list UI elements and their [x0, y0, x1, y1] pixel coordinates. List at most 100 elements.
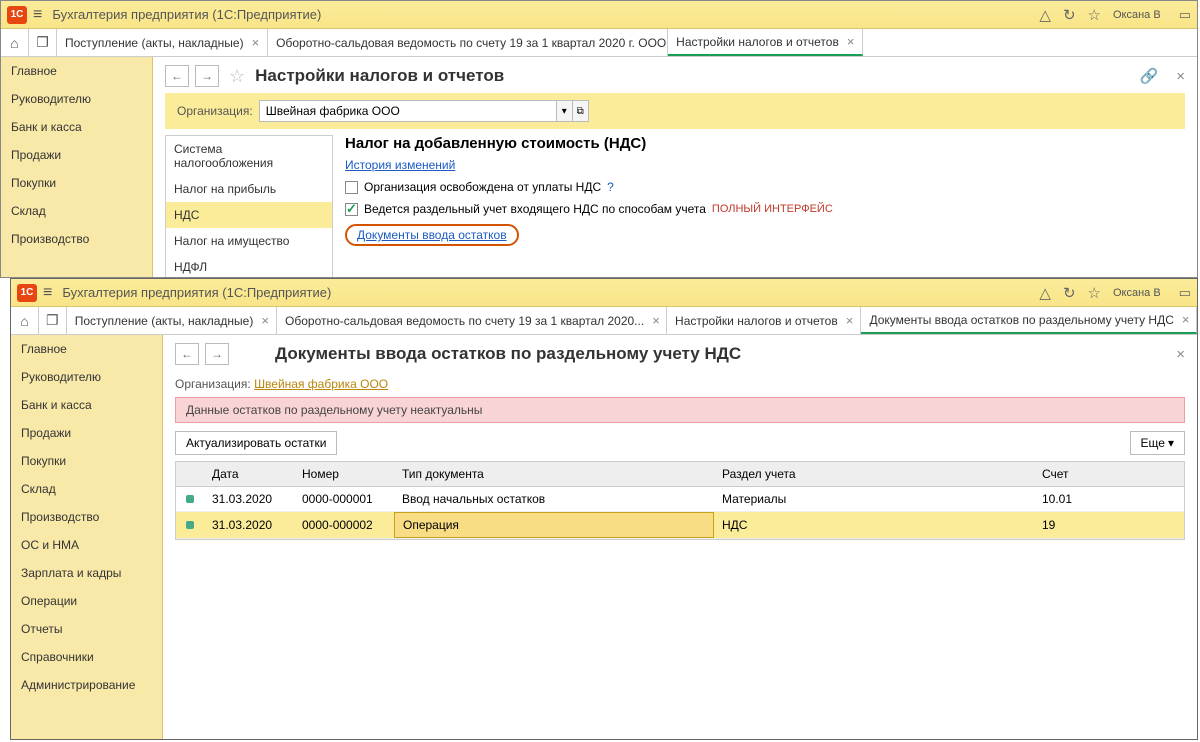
- sidebar-item-manager[interactable]: Руководителю: [1, 85, 152, 113]
- open-icon[interactable]: ⧉: [573, 100, 589, 122]
- bell-icon[interactable]: △: [1039, 284, 1051, 302]
- help-icon[interactable]: ?: [607, 180, 614, 194]
- cb-exempt-row: Организация освобождена от уплаты НДС ?: [345, 180, 1173, 194]
- nav-back-button[interactable]: ←: [175, 343, 199, 365]
- org-input[interactable]: [259, 100, 557, 122]
- bell-icon[interactable]: △: [1039, 6, 1051, 24]
- close-page-icon[interactable]: ×: [1176, 346, 1185, 363]
- sidebar-item-manager[interactable]: Руководителю: [11, 363, 162, 391]
- link-icon[interactable]: 🔗: [1140, 67, 1159, 85]
- org-link[interactable]: Швейная фабрика ООО: [254, 377, 388, 391]
- settings-nav-vat[interactable]: НДС: [166, 202, 332, 228]
- sidebar-item-bank[interactable]: Банк и касса: [1, 113, 152, 141]
- user-name[interactable]: Оксана В: [1113, 287, 1161, 299]
- user-name[interactable]: Оксана В: [1113, 9, 1161, 21]
- close-page-icon[interactable]: ×: [1176, 68, 1185, 85]
- tab-report[interactable]: Оборотно-сальдовая ведомость по счету 19…: [277, 307, 667, 334]
- col-num[interactable]: Номер: [294, 462, 394, 486]
- sidebar-item-bank[interactable]: Банк и касса: [11, 391, 162, 419]
- favorite-icon[interactable]: ☆: [229, 66, 245, 87]
- history-link[interactable]: История изменений: [345, 158, 455, 172]
- table-row[interactable]: 31.03.2020 0000-000001 Ввод начальных ос…: [176, 487, 1184, 512]
- posted-icon: [186, 495, 194, 503]
- close-icon[interactable]: ×: [1182, 312, 1190, 327]
- col-date[interactable]: Дата: [204, 462, 294, 486]
- sidebar-item-hr[interactable]: Зарплата и кадры: [11, 559, 162, 587]
- documents-table: Дата Номер Тип документа Раздел учета Сч…: [175, 461, 1185, 540]
- sidebar: Главное Руководителю Банк и касса Продаж…: [1, 57, 153, 277]
- sidebar-item-sales[interactable]: Продажи: [1, 141, 152, 169]
- checkbox-exempt[interactable]: [345, 181, 358, 194]
- window-minimize[interactable]: ▭: [1179, 285, 1191, 301]
- close-icon[interactable]: ×: [261, 313, 269, 328]
- settings-nav-property-tax[interactable]: Налог на имущество: [166, 228, 332, 254]
- sidebar-item-main[interactable]: Главное: [1, 57, 152, 85]
- tabbar: ⌂ ❐ Поступление (акты, накладные)× Оборо…: [1, 29, 1197, 57]
- col-acc[interactable]: Счет: [1034, 462, 1184, 486]
- window-minimize[interactable]: ▭: [1179, 7, 1191, 23]
- close-icon[interactable]: ×: [252, 35, 260, 50]
- checkbox-exempt-label: Организация освобождена от уплаты НДС: [364, 180, 601, 194]
- titlebar: 1C ≡ Бухгалтерия предприятия (1С:Предпри…: [11, 279, 1197, 307]
- home-tab[interactable]: ⌂: [11, 307, 39, 334]
- tab-tax-settings[interactable]: Настройки налогов и отчетов×: [668, 29, 863, 56]
- history-icon[interactable]: ↻: [1063, 6, 1076, 24]
- nav-back-button[interactable]: ←: [165, 65, 189, 87]
- doc-input-link[interactable]: Документы ввода остатков: [357, 228, 507, 242]
- sidebar-item-operations[interactable]: Операции: [11, 587, 162, 615]
- home-tab[interactable]: ⌂: [1, 29, 29, 56]
- sidebar-item-purchases[interactable]: Покупки: [11, 447, 162, 475]
- tab-report[interactable]: Оборотно-сальдовая ведомость по счету 19…: [268, 29, 668, 56]
- tab-documents[interactable]: Документы ввода остатков по раздельному …: [861, 307, 1197, 334]
- dropdown-icon[interactable]: ▾: [557, 100, 573, 122]
- settings-nav-ndfl[interactable]: НДФЛ: [166, 254, 332, 277]
- sidebar-item-reports[interactable]: Отчеты: [11, 615, 162, 643]
- update-button[interactable]: Актуализировать остатки: [175, 431, 337, 455]
- sidebar-item-assets[interactable]: ОС и НМА: [11, 531, 162, 559]
- window-settings: 1C ≡ Бухгалтерия предприятия (1С:Предпри…: [0, 0, 1198, 278]
- sidebar-item-admin[interactable]: Администрирование: [11, 671, 162, 699]
- col-marker: [176, 462, 204, 486]
- org-label: Организация:: [175, 377, 251, 391]
- main: ← → ☆ Настройки налогов и отчетов 🔗 × Ор…: [153, 57, 1197, 277]
- tab-receipts[interactable]: Поступление (акты, накладные)×: [67, 307, 277, 334]
- sidebar-item-production[interactable]: Производство: [1, 225, 152, 253]
- more-button[interactable]: Еще▾: [1130, 431, 1185, 455]
- tab-receipts[interactable]: Поступление (акты, накладные)×: [57, 29, 268, 56]
- settings-nav-tax-system[interactable]: Система налогообложения: [166, 136, 332, 176]
- sidebar-item-stock[interactable]: Склад: [11, 475, 162, 503]
- warn-bar: Данные остатков по раздельному учету неа…: [175, 397, 1185, 423]
- close-icon[interactable]: ×: [652, 313, 660, 328]
- sidebar-item-purchases[interactable]: Покупки: [1, 169, 152, 197]
- page-toolbar: ← → ☆ Настройки налогов и отчетов 🔗 ×: [153, 57, 1197, 93]
- close-icon[interactable]: ×: [847, 34, 855, 49]
- sidebar-item-main[interactable]: Главное: [11, 335, 162, 363]
- star-icon[interactable]: ☆: [1088, 6, 1101, 24]
- org-bar: Организация: ▾ ⧉: [165, 93, 1185, 129]
- cell-section: НДС: [714, 513, 1034, 537]
- tabs-stack-icon[interactable]: ❐: [29, 29, 57, 56]
- sidebar-item-catalogs[interactable]: Справочники: [11, 643, 162, 671]
- doc-input-link-highlight: Документы ввода остатков: [345, 224, 519, 246]
- checkbox-separate[interactable]: [345, 203, 358, 216]
- close-icon[interactable]: ×: [846, 313, 854, 328]
- nav-forward-button[interactable]: →: [205, 343, 229, 365]
- col-type[interactable]: Тип документа: [394, 462, 714, 486]
- window-documents: 1C ≡ Бухгалтерия предприятия (1С:Предпри…: [10, 278, 1198, 740]
- table-row-selected[interactable]: 31.03.2020 0000-000002 Операция НДС 19: [176, 512, 1184, 539]
- interface-note: ПОЛНЫЙ ИНТЕРФЕЙС: [712, 203, 833, 215]
- settings-nav-profit-tax[interactable]: Налог на прибыль: [166, 176, 332, 202]
- sidebar-item-stock[interactable]: Склад: [1, 197, 152, 225]
- sidebar-item-production[interactable]: Производство: [11, 503, 162, 531]
- titlebar: 1C ≡ Бухгалтерия предприятия (1С:Предпри…: [1, 1, 1197, 29]
- col-section[interactable]: Раздел учета: [714, 462, 1034, 486]
- star-icon[interactable]: ☆: [1088, 284, 1101, 302]
- sidebar-item-sales[interactable]: Продажи: [11, 419, 162, 447]
- tab-tax-settings[interactable]: Настройки налогов и отчетов×: [667, 307, 861, 334]
- nav-forward-button[interactable]: →: [195, 65, 219, 87]
- tabs-stack-icon[interactable]: ❐: [39, 307, 67, 334]
- doc-link-row: Документы ввода остатков: [345, 224, 1173, 246]
- menu-icon[interactable]: ≡: [33, 6, 42, 24]
- history-icon[interactable]: ↻: [1063, 284, 1076, 302]
- menu-icon[interactable]: ≡: [43, 284, 52, 302]
